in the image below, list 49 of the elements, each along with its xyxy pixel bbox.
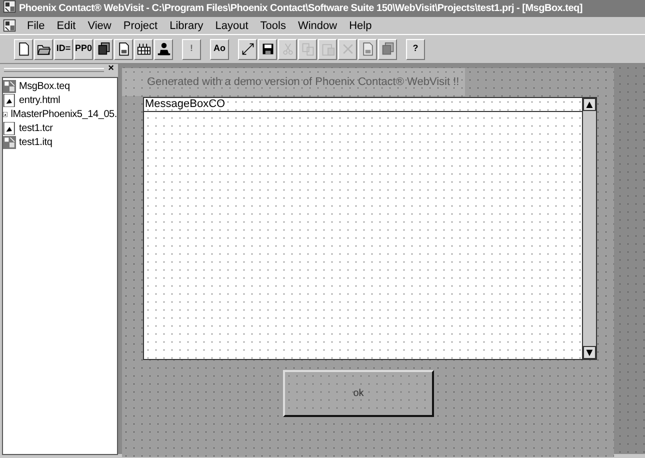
scroll-down-button[interactable]: ▼ xyxy=(583,346,596,359)
file-name[interactable]: entry.html xyxy=(19,93,60,107)
toolbar-button[interactable]: PP0 xyxy=(74,38,93,60)
file-name[interactable]: test1.tcr xyxy=(19,121,53,135)
arrows-icon xyxy=(240,42,254,56)
app-icon xyxy=(3,0,16,13)
scroll-up-button[interactable]: ▲ xyxy=(583,98,596,111)
close-icon[interactable]: × xyxy=(108,63,114,75)
toolbar-button[interactable] xyxy=(154,38,173,60)
window-title: Phoenix Contact® WebVisit - C:\Program Files\Phoenix Contact\Software Suite 150\WebVisit\Projects\test1.prj - [MsgBox.teq] xyxy=(19,2,582,16)
save-icon xyxy=(260,42,274,56)
toolbar-button[interactable]: ? xyxy=(406,38,425,60)
page-icon xyxy=(360,42,374,56)
menu-item[interactable]: Edit xyxy=(56,18,77,32)
scissors-icon xyxy=(280,42,294,56)
toolbar-button[interactable] xyxy=(134,38,153,60)
toolbar-button[interactable] xyxy=(94,38,113,60)
message-box-label: MessageBoxCO xyxy=(144,98,226,111)
stacked-pages-icon xyxy=(380,42,394,56)
document-icon xyxy=(3,19,16,32)
toolbar-button[interactable] xyxy=(14,38,33,60)
new-icon xyxy=(16,42,30,56)
toolbar-button[interactable]: Ao xyxy=(210,38,229,60)
grid-icon xyxy=(136,42,150,56)
toolbar-button[interactable] xyxy=(114,38,133,60)
toolbar-button[interactable] xyxy=(258,38,277,60)
delete-icon xyxy=(340,42,354,56)
menu-item[interactable]: File xyxy=(26,18,46,32)
demo-banner: Generated with a demo version of Phoenix Contact® WebVisit !! xyxy=(122,68,465,96)
open-folder-icon xyxy=(36,42,50,56)
toolbar-button[interactable] xyxy=(238,38,257,60)
menu-item[interactable]: View xyxy=(86,18,112,32)
file-name[interactable]: lMasterPhoenix5_14_05. xyxy=(10,107,117,121)
toolbar-button[interactable]: ID= xyxy=(54,38,73,60)
menu-item[interactable]: Tools xyxy=(259,18,287,32)
menu-item[interactable]: Window xyxy=(296,18,338,32)
copy-icon xyxy=(300,42,314,56)
menu-item[interactable]: Project xyxy=(122,18,159,32)
menu-item[interactable]: Library xyxy=(168,18,204,32)
menu-item[interactable]: Help xyxy=(348,18,373,32)
ok-button[interactable]: ok xyxy=(283,370,434,417)
clipboard-icon xyxy=(320,42,334,56)
file-name[interactable]: test1.itq xyxy=(19,135,52,149)
figure-icon xyxy=(156,42,170,56)
toolbar-button[interactable] xyxy=(34,38,53,60)
stacked-pages-icon xyxy=(96,42,110,56)
file-name[interactable]: MsgBox.teq xyxy=(19,79,70,93)
menu-item[interactable]: Layout xyxy=(214,18,250,32)
page-icon xyxy=(116,42,130,56)
